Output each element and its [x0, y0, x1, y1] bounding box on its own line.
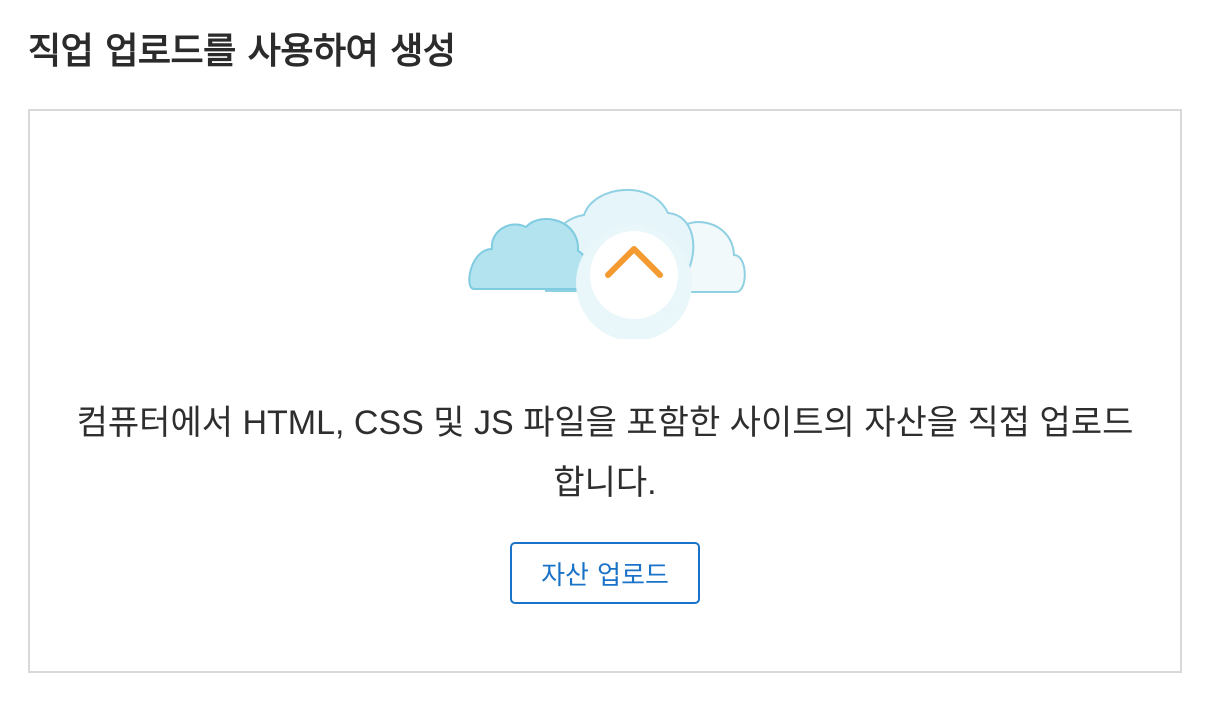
upload-description: 컴퓨터에서 HTML, CSS 및 JS 파일을 포함한 사이트의 자산을 직접… — [76, 404, 1134, 502]
upload-assets-button[interactable]: 자산 업로드 — [510, 542, 700, 604]
page-title: 직업 업로드를 사용하여 생성 — [28, 31, 456, 72]
upload-panel: 컴퓨터에서 HTML, CSS 및 JS 파일을 포함한 사이트의 자산을 직접… — [28, 109, 1182, 673]
cloud-upload-icon — [468, 189, 746, 339]
page: 직업 업로드를 사용하여 생성 컴퓨터에서 HTML, CSS 및 JS 파일을… — [0, 0, 1208, 708]
